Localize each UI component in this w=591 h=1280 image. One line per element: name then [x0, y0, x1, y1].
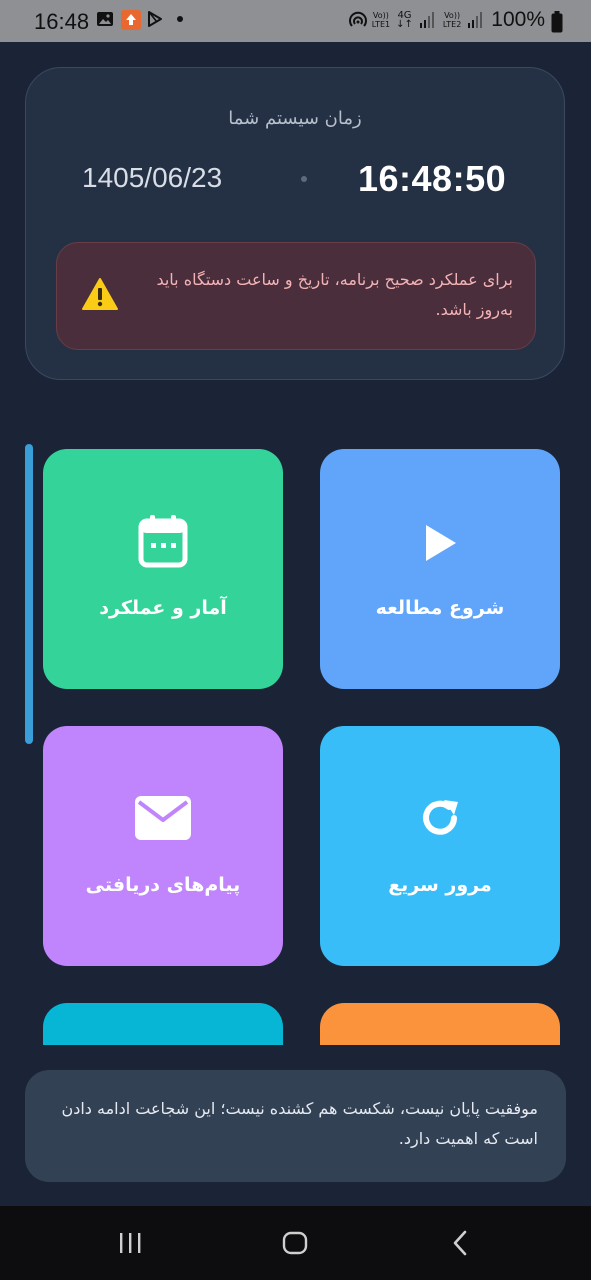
scroll-indicator[interactable] [25, 444, 33, 744]
calendar-icon [43, 513, 283, 569]
battery-icon [551, 11, 569, 33]
sim1-label: Vo)) LTE1 [371, 11, 391, 29]
warning-icon [81, 277, 119, 311]
system-nav-bar [0, 1206, 591, 1280]
status-time: 16:48 [34, 9, 90, 34]
tile-label: آمار و عملکرد [99, 597, 227, 619]
motivational-quote-card: موفقیت پایان نیست، شکست هم کشنده نیست؛ ا… [25, 1070, 566, 1182]
recent-apps-button[interactable] [110, 1228, 150, 1258]
quick-review-button[interactable]: مرور سریع [320, 726, 560, 966]
tile-label: مرور سریع [388, 874, 492, 896]
upload-app-icon [121, 10, 141, 30]
mail-icon [43, 796, 283, 840]
play-icon [320, 521, 560, 565]
refresh-icon [320, 794, 560, 842]
recent-apps-icon [120, 1233, 141, 1253]
gallery-icon [96, 10, 114, 28]
status-bar: 16:48 Vo)) LTE1 4G ↓↑ Vo)) LTE2 100% [0, 0, 591, 42]
clock-time: 16:48:50 [358, 158, 507, 199]
system-time-card: زمان سیستم شما 16:48:50 1405/06/23 برای … [25, 67, 565, 380]
back-button[interactable] [441, 1228, 481, 1258]
signal-icon-2 [467, 11, 485, 29]
quote-text: موفقیت پایان نیست، شکست هم کشنده نیست؛ ا… [61, 1099, 538, 1148]
signal-icon-1 [419, 11, 437, 29]
home-button[interactable] [275, 1228, 315, 1258]
tile-label: پیام‌های دریافتی [85, 874, 241, 896]
clock-date: 1405/06/23 [82, 162, 223, 193]
inbox-messages-button[interactable]: پیام‌های دریافتی [43, 726, 283, 966]
home-icon [282, 1231, 308, 1255]
tile-partial-orange[interactable] [320, 1003, 560, 1045]
sim2-label: Vo)) LTE2 [442, 11, 462, 29]
separator-dot [301, 176, 307, 182]
play-store-icon [146, 10, 164, 28]
notification-icons [96, 10, 189, 30]
dot-icon [171, 10, 189, 28]
network-type: 4G ↓↑ [396, 10, 413, 30]
back-icon [453, 1230, 467, 1256]
battery-percent: 100% [491, 8, 545, 31]
hotspot-icon [348, 11, 367, 29]
card-title: زمان سیستم شما [228, 108, 362, 129]
tile-partial-cyan[interactable] [43, 1003, 283, 1045]
system-indicators: Vo)) LTE1 4G ↓↑ Vo)) LTE2 100% [348, 8, 569, 33]
tile-label: شروع مطالعه [375, 597, 505, 619]
date-warning-box: برای عملکرد صحیح برنامه، تاریخ و ساعت دس… [56, 242, 536, 350]
warning-text: برای عملکرد صحیح برنامه، تاریخ و ساعت دس… [156, 270, 513, 319]
start-study-button[interactable]: شروع مطالعه [320, 449, 560, 689]
stats-performance-button[interactable]: آمار و عملکرد [43, 449, 283, 689]
